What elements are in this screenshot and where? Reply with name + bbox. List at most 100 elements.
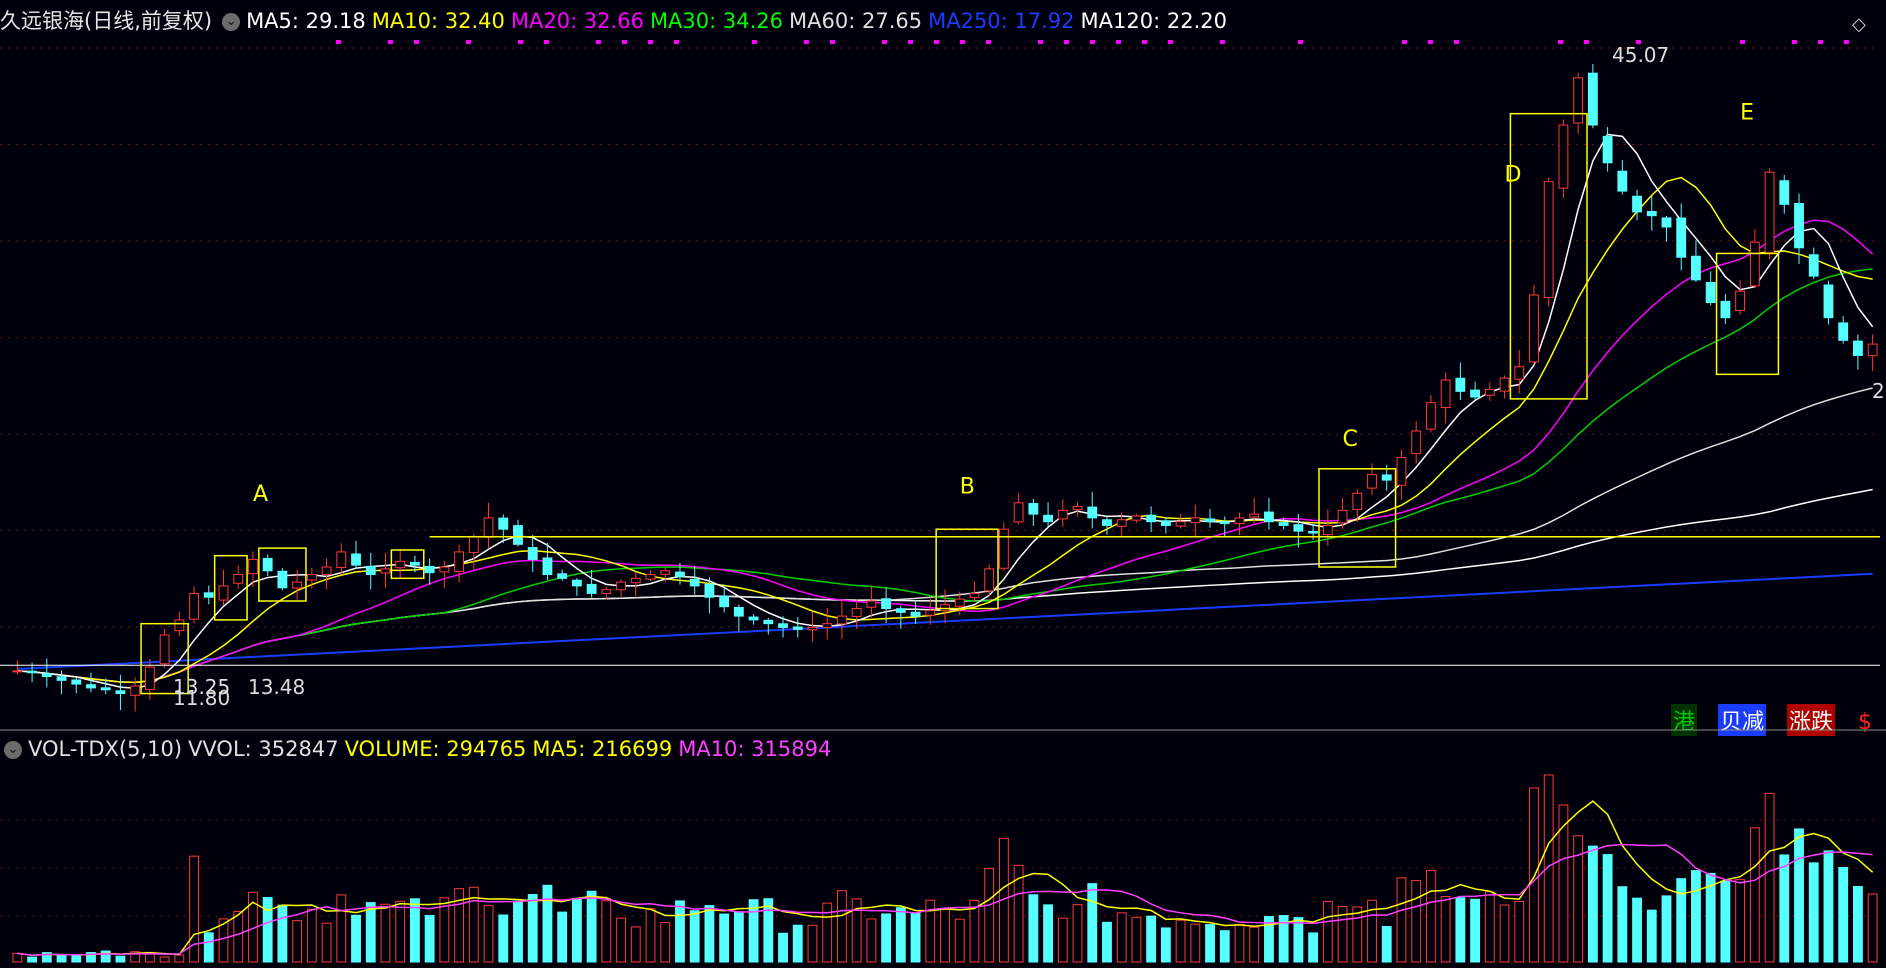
candle-body — [998, 528, 1009, 569]
candle-body — [542, 557, 553, 576]
candle-body — [763, 619, 774, 625]
volume-bar — [1455, 897, 1466, 963]
volume-bar — [733, 911, 744, 963]
candle-body — [144, 666, 155, 691]
volume-bar — [895, 907, 906, 963]
candle-body — [645, 574, 656, 580]
candle-body — [1425, 402, 1436, 430]
volume-bar — [380, 903, 391, 963]
volume-bar — [277, 904, 288, 963]
candle-body — [1558, 124, 1569, 189]
volume-bar — [1057, 917, 1068, 963]
volume-bar — [292, 920, 303, 963]
candle-body — [56, 676, 67, 681]
candle-body — [586, 583, 597, 594]
volume-bar — [1602, 854, 1613, 963]
candle-body — [1102, 519, 1112, 526]
candle-body — [1499, 377, 1510, 392]
candle-body — [1749, 241, 1760, 287]
candle-body — [27, 670, 38, 674]
volume-bar — [1087, 883, 1098, 963]
signal-marker — [1142, 40, 1147, 44]
volume-bar — [1617, 886, 1628, 963]
candle-body — [1587, 72, 1598, 126]
price-volume-chart[interactable]: A BCDE45.0711.8013.25 13.482◇ — [0, 0, 1886, 968]
candle-body — [940, 604, 950, 612]
volume-bar — [778, 932, 788, 963]
candle-body — [851, 608, 862, 617]
volume-bar — [704, 905, 715, 963]
signal-marker — [1818, 40, 1823, 44]
candle-body — [115, 690, 126, 695]
signal-marker — [1220, 40, 1225, 44]
signal-marker — [830, 40, 835, 44]
volume-bar — [1838, 866, 1849, 963]
candle-body — [630, 577, 641, 584]
candle-body — [1057, 509, 1068, 520]
candle-body — [895, 608, 906, 613]
candle-body — [1823, 284, 1834, 319]
price-label: 13.25 — [173, 675, 230, 699]
candle-body — [1160, 520, 1171, 526]
candle-body — [822, 623, 833, 628]
volume-bar — [1676, 878, 1687, 963]
volume-bar — [1146, 915, 1157, 963]
candle-body — [616, 581, 626, 591]
volume-bar — [866, 918, 877, 963]
volume-bar — [1160, 927, 1171, 963]
candle-body — [306, 574, 317, 581]
ma60-line — [17, 387, 1873, 684]
volume-bar — [763, 898, 774, 963]
candle-body — [807, 626, 818, 631]
volume-bar — [1190, 923, 1201, 963]
candle-body — [1764, 171, 1775, 254]
signal-marker — [674, 40, 679, 44]
box-label: E — [1740, 100, 1754, 125]
volume-bar — [1779, 854, 1790, 963]
volume-bar — [954, 918, 965, 963]
candle-body — [557, 573, 568, 579]
candle-body — [1322, 524, 1333, 536]
candle-body — [1308, 530, 1319, 534]
box-label: A — [253, 482, 268, 507]
candle-body — [71, 679, 82, 685]
candle-body — [1411, 430, 1422, 455]
volume-bar — [498, 914, 509, 963]
signal-marker — [908, 40, 913, 44]
volume-bar — [1852, 886, 1863, 963]
candle-body — [100, 687, 111, 691]
volume-bar — [645, 908, 656, 963]
candle-body — [248, 558, 258, 575]
candle-body — [1735, 290, 1746, 312]
candle-body — [571, 579, 582, 587]
volume-bar — [483, 905, 494, 963]
candle-body — [1632, 195, 1642, 213]
volume-bar — [306, 908, 317, 963]
signal-marker — [986, 40, 991, 44]
volume-bar — [881, 913, 892, 963]
candle-body — [351, 553, 361, 566]
volume-bar — [807, 924, 818, 963]
candle-body — [1205, 518, 1215, 523]
volume-bar — [1352, 906, 1363, 963]
box-label: C — [1343, 427, 1358, 452]
candle-body — [792, 626, 803, 630]
signal-marker — [648, 40, 653, 44]
volume-bar — [969, 899, 980, 963]
volume-bar — [527, 894, 538, 963]
volume-bar — [321, 922, 332, 963]
candle-body — [675, 571, 685, 577]
volume-bar — [262, 896, 273, 963]
candle-body — [1529, 294, 1539, 363]
volume-bar — [395, 900, 406, 963]
candle-body — [380, 568, 391, 574]
volume-bar — [675, 900, 685, 963]
signal-marker — [1038, 40, 1043, 44]
candle-body — [969, 592, 980, 598]
candle-body — [1691, 255, 1701, 281]
volume-bar — [1072, 904, 1083, 963]
candle-body — [1720, 300, 1731, 319]
volume-bar — [1396, 877, 1407, 963]
candle-body — [336, 551, 347, 568]
candle-body — [1146, 514, 1157, 523]
